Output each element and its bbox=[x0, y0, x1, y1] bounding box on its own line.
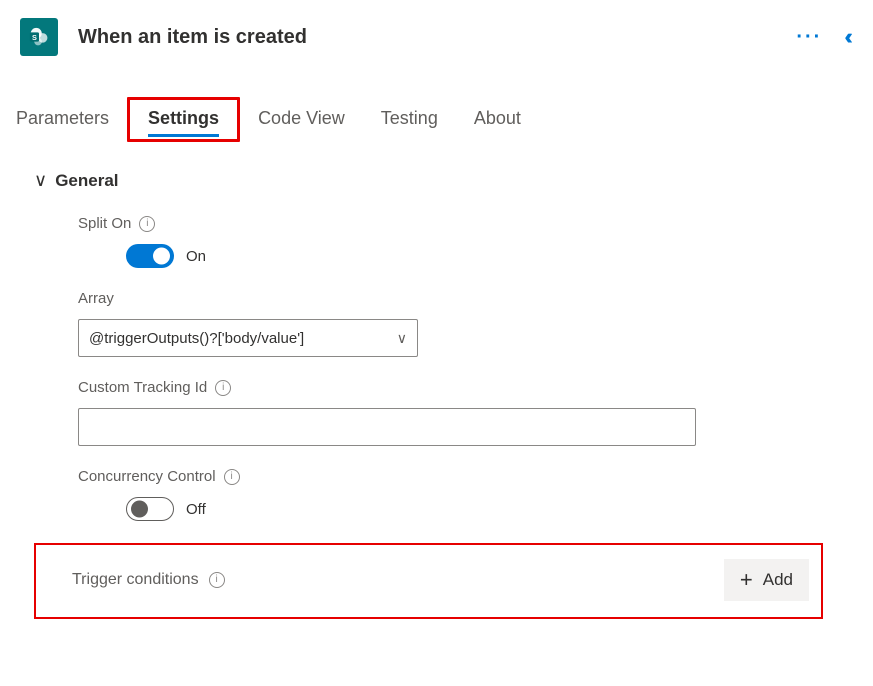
section-general-header[interactable]: ∨ General bbox=[34, 170, 853, 191]
info-icon[interactable]: i bbox=[224, 469, 240, 485]
concurrency-label-row: Concurrency Control i bbox=[78, 468, 853, 485]
tab-testing[interactable]: Testing bbox=[381, 102, 438, 142]
toggle-knob bbox=[153, 248, 170, 265]
concurrency-toggle[interactable] bbox=[126, 497, 174, 521]
info-icon[interactable]: i bbox=[215, 380, 231, 396]
settings-tabs: Parameters Settings Code View Testing Ab… bbox=[0, 68, 873, 142]
split-on-toggle[interactable] bbox=[126, 244, 174, 268]
split-on-label-row: Split On i bbox=[78, 215, 853, 232]
info-icon[interactable]: i bbox=[209, 572, 225, 588]
chevron-down-icon: ∨ bbox=[34, 170, 47, 191]
tab-settings-highlight: Settings bbox=[127, 97, 240, 142]
toggle-knob bbox=[131, 501, 148, 518]
array-label: Array bbox=[78, 290, 114, 307]
split-on-block: Split On i On bbox=[34, 215, 853, 268]
header-title: When an item is created bbox=[78, 26, 796, 49]
array-block: Array @triggerOutputs()?['body/value'] ∨ bbox=[34, 290, 853, 357]
plus-icon: + bbox=[740, 569, 753, 591]
split-on-label: Split On bbox=[78, 215, 131, 232]
trigger-conditions-label: Trigger conditions bbox=[72, 571, 199, 589]
svg-text:S: S bbox=[32, 33, 37, 42]
concurrency-block: Concurrency Control i Off bbox=[34, 468, 853, 521]
tab-parameters[interactable]: Parameters bbox=[16, 102, 109, 142]
chevron-down-icon: ∨ bbox=[397, 330, 407, 347]
custom-tracking-block: Custom Tracking Id i bbox=[34, 379, 853, 446]
sharepoint-glyph-icon: S bbox=[28, 26, 50, 48]
collapse-panel-icon[interactable]: ‹‹ bbox=[844, 24, 847, 50]
tab-settings[interactable]: Settings bbox=[148, 102, 219, 139]
tab-code-view[interactable]: Code View bbox=[258, 102, 345, 142]
section-general-label: General bbox=[55, 171, 118, 191]
tab-about[interactable]: About bbox=[474, 102, 521, 142]
sharepoint-icon: S bbox=[20, 18, 58, 56]
concurrency-state: Off bbox=[186, 501, 206, 518]
header-actions: ··· ‹‹ bbox=[796, 24, 853, 50]
add-label: Add bbox=[763, 570, 793, 590]
add-trigger-condition-button[interactable]: + Add bbox=[724, 559, 809, 601]
settings-content: ∨ General Split On i On Array @triggerOu… bbox=[0, 142, 873, 619]
concurrency-toggle-row: Off bbox=[78, 497, 853, 521]
panel-header: S When an item is created ··· ‹‹ bbox=[0, 0, 873, 68]
split-on-toggle-row: On bbox=[78, 244, 853, 268]
custom-tracking-label: Custom Tracking Id bbox=[78, 379, 207, 396]
array-value: @triggerOutputs()?['body/value'] bbox=[89, 330, 304, 347]
concurrency-label: Concurrency Control bbox=[78, 468, 216, 485]
info-icon[interactable]: i bbox=[139, 216, 155, 232]
trigger-conditions-label-row: Trigger conditions i bbox=[46, 571, 225, 589]
custom-tracking-input[interactable] bbox=[78, 408, 696, 446]
array-dropdown[interactable]: @triggerOutputs()?['body/value'] ∨ bbox=[78, 319, 418, 357]
split-on-state: On bbox=[186, 248, 206, 265]
custom-tracking-label-row: Custom Tracking Id i bbox=[78, 379, 853, 396]
more-options-icon[interactable]: ··· bbox=[796, 26, 822, 49]
trigger-conditions-block: Trigger conditions i + Add bbox=[34, 543, 823, 619]
array-label-row: Array bbox=[78, 290, 853, 307]
